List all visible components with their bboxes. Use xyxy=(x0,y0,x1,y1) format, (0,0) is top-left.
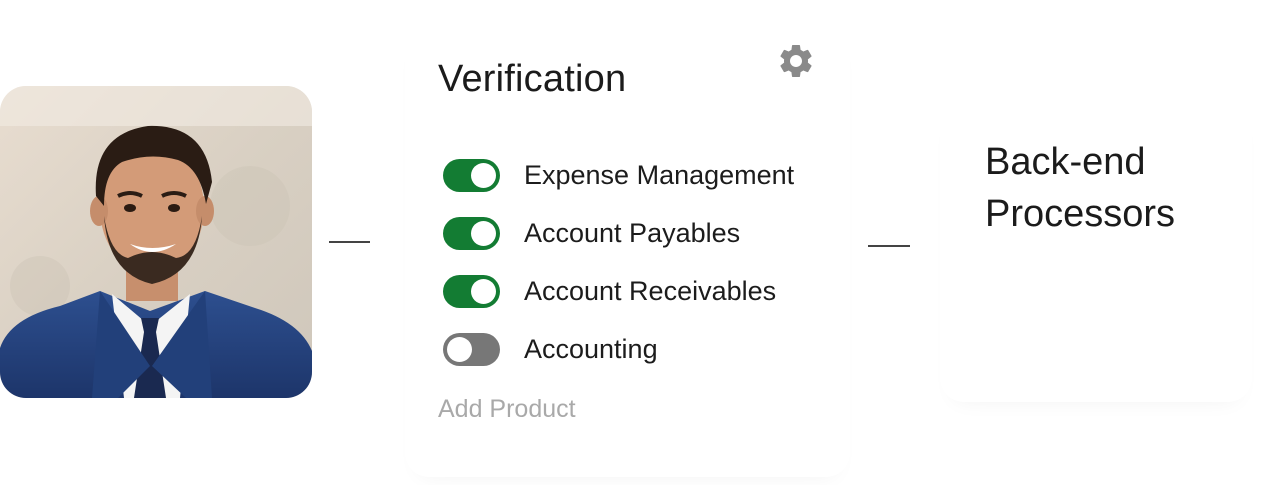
toggle-switch[interactable] xyxy=(443,332,500,366)
backend-processors-title: Back-end Processors xyxy=(985,141,1176,235)
user-avatar-photo xyxy=(0,86,312,398)
product-row-account-payables[interactable]: Account Payables xyxy=(443,204,794,262)
product-row-accounting[interactable]: Accounting xyxy=(443,320,794,378)
toggle-switch[interactable] xyxy=(443,158,500,192)
toggle-switch[interactable] xyxy=(443,216,500,250)
connector-line-left xyxy=(329,241,370,243)
add-product-button[interactable]: Add Product xyxy=(438,395,576,424)
product-label: Account Payables xyxy=(524,217,741,248)
product-row-account-receivables[interactable]: Account Receivables xyxy=(443,262,794,320)
product-label: Expense Management xyxy=(524,159,795,190)
toggle-knob xyxy=(471,278,496,304)
toggle-knob xyxy=(447,336,472,362)
toggle-knob xyxy=(471,162,496,188)
verification-card: Verification Expense Management Account … xyxy=(405,25,850,477)
product-list: Expense Management Account Payables Acco… xyxy=(443,146,794,378)
product-label: Accounting xyxy=(524,333,658,364)
connector-line-right xyxy=(868,245,910,247)
gear-icon[interactable] xyxy=(776,41,816,81)
toggle-switch[interactable] xyxy=(443,274,500,308)
product-label: Account Receivables xyxy=(524,275,777,306)
backend-processors-card: Back-end Processors xyxy=(940,100,1252,402)
product-row-expense-management[interactable]: Expense Management xyxy=(443,146,794,204)
verification-title: Verification xyxy=(438,58,627,100)
toggle-knob xyxy=(471,220,496,246)
